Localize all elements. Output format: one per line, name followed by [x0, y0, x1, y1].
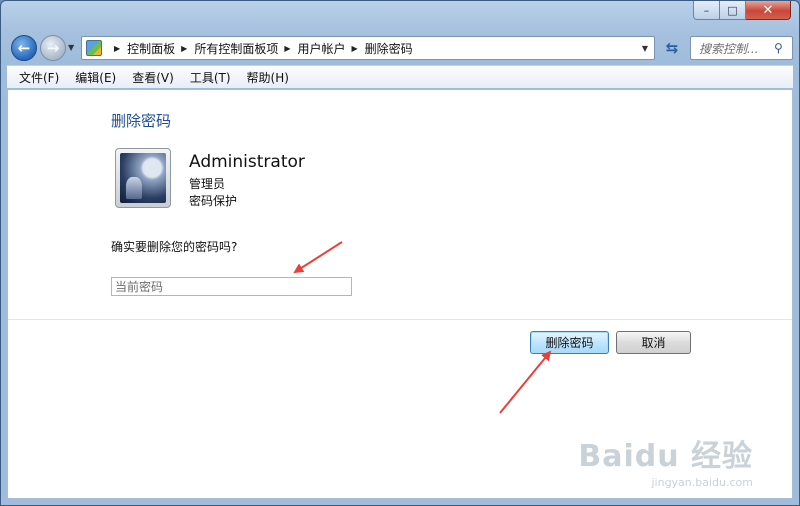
minimize-button[interactable]: – — [693, 1, 720, 20]
chevron-right-icon[interactable]: ▶ — [352, 44, 358, 53]
menu-view[interactable]: 查看(V) — [124, 69, 182, 86]
confirm-question: 确实要删除您的密码吗? — [111, 240, 238, 254]
breadcrumb-all-items[interactable]: 所有控制面板项 — [194, 40, 278, 57]
menu-tools[interactable]: 工具(T) — [182, 69, 239, 86]
control-panel-window: – □ ✕ ← → ▼ ▶ 控制面板 ▶ 所有控制面板项 ▶ 用户帐户 ▶ 删除… — [0, 0, 800, 506]
cancel-button[interactable]: 取消 — [616, 331, 691, 354]
control-panel-icon — [86, 40, 102, 56]
menu-bar: 文件(F) 编辑(E) 查看(V) 工具(T) 帮助(H) — [7, 65, 793, 88]
search-placeholder: 搜索控制... — [699, 41, 759, 56]
arrow-left-icon: ← — [17, 39, 31, 57]
chevron-down-icon[interactable]: ▼ — [636, 44, 654, 53]
divider — [8, 319, 792, 320]
breadcrumb-user-accounts[interactable]: 用户帐户 — [298, 40, 346, 57]
menu-file[interactable]: 文件(F) — [11, 69, 67, 86]
breadcrumb-control-panel[interactable]: 控制面板 — [127, 40, 175, 57]
close-button[interactable]: ✕ — [746, 1, 791, 20]
recent-pages-dropdown[interactable]: ▼ — [68, 43, 74, 52]
menu-help[interactable]: 帮助(H) — [239, 69, 297, 86]
menu-edit[interactable]: 编辑(E) — [67, 69, 124, 86]
back-button[interactable]: ← — [11, 35, 37, 61]
arrow-right-icon: → — [46, 39, 60, 57]
refresh-icon: ⇆ — [665, 39, 679, 57]
refresh-button[interactable]: ⇆ — [659, 36, 685, 60]
caption-buttons: – □ ✕ — [693, 1, 791, 21]
navigation-bar: ← → ▼ ▶ 控制面板 ▶ 所有控制面板项 ▶ 用户帐户 ▶ 删除密码 ▼ ⇆… — [9, 31, 793, 63]
page-title: 删除密码 — [111, 112, 172, 130]
search-icon[interactable]: ⚲ — [774, 41, 792, 55]
account-name: Administrator — [189, 152, 305, 172]
avatar — [115, 148, 171, 208]
account-protection-status: 密码保护 — [189, 194, 238, 208]
breadcrumb-remove-password[interactable]: 删除密码 — [365, 40, 413, 57]
chevron-right-icon[interactable]: ▶ — [181, 44, 187, 53]
maximize-button[interactable]: □ — [720, 1, 746, 20]
watermark-url: jingyan.baidu.com — [651, 476, 753, 489]
current-password-input[interactable] — [111, 277, 352, 296]
account-picture — [120, 153, 166, 203]
search-input[interactable]: 搜索控制... ⚲ — [690, 36, 793, 60]
chevron-right-icon[interactable]: ▶ — [114, 44, 120, 53]
address-bar[interactable]: ▶ 控制面板 ▶ 所有控制面板项 ▶ 用户帐户 ▶ 删除密码 ▼ — [81, 36, 655, 60]
remove-password-button[interactable]: 删除密码 — [530, 331, 609, 354]
chevron-right-icon[interactable]: ▶ — [284, 44, 290, 53]
account-role: 管理员 — [189, 177, 226, 191]
forward-button[interactable]: → — [40, 35, 66, 61]
watermark-logo: Baidu 经验 — [578, 439, 753, 474]
